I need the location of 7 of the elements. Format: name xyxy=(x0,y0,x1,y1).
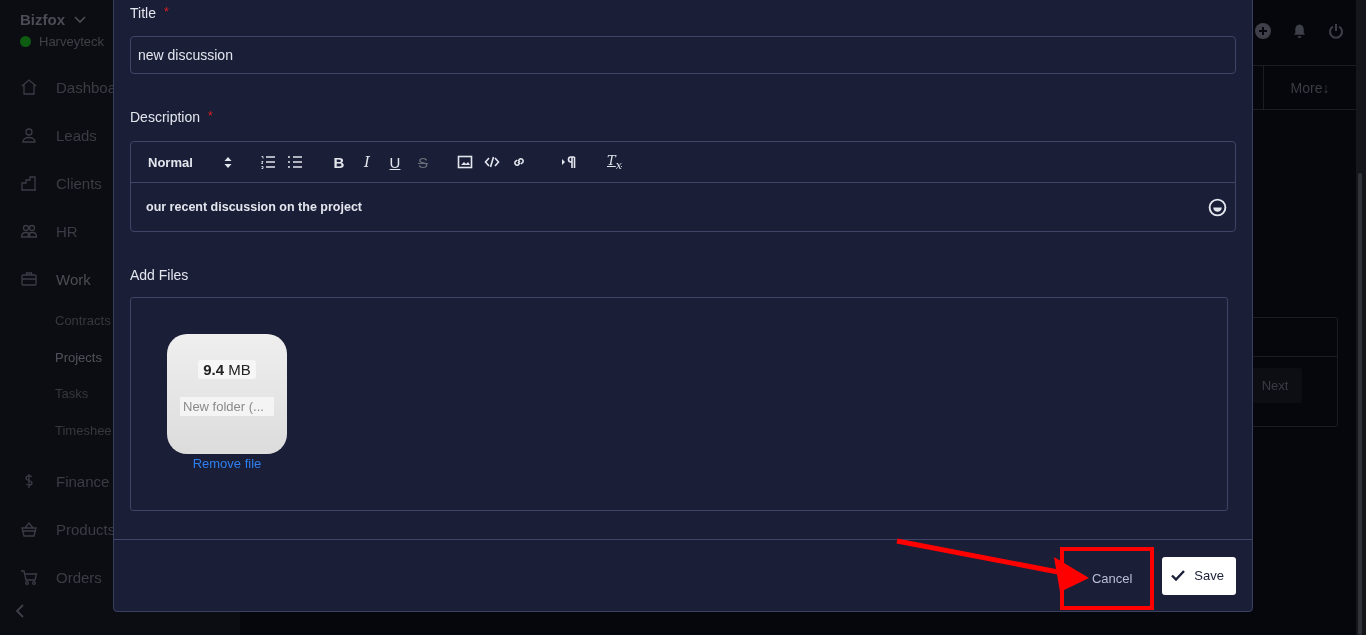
file-size: 9.4 MB xyxy=(198,360,256,379)
field-label: Add Files xyxy=(130,267,189,283)
field-label: Description xyxy=(130,109,201,125)
file-name: New folder (... xyxy=(180,397,274,416)
required-marker: * xyxy=(163,5,169,19)
required-marker: * xyxy=(208,109,213,123)
field-label: Title xyxy=(130,5,156,21)
